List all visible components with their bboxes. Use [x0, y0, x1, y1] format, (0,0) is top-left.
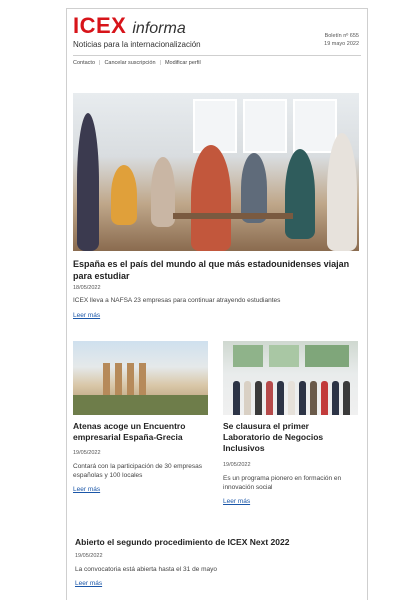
- bulletin-number: Boletín nº 655: [324, 33, 359, 39]
- read-more-link[interactable]: Leer más: [73, 312, 100, 319]
- screen-shape: [269, 345, 299, 367]
- logo-brand: ICEX: [73, 13, 127, 38]
- person-shape: [321, 381, 328, 415]
- screen-shape: [305, 345, 349, 367]
- person-shape: [310, 381, 317, 415]
- person-shape: [288, 381, 295, 415]
- header-divider: [73, 55, 361, 56]
- desk-shape: [173, 213, 293, 219]
- window-shape: [293, 99, 337, 153]
- window-shape: [243, 99, 287, 153]
- article-title[interactable]: Se clausura el primer Laboratorio de Neg…: [223, 421, 358, 454]
- ruin-column: [139, 363, 146, 397]
- ruin-column: [115, 363, 122, 397]
- student-shape: [285, 149, 315, 239]
- lab-group-photo[interactable]: [223, 341, 358, 415]
- student-shape: [327, 133, 357, 251]
- bulletin-info: Boletín nº 655 19 mayo 2022: [324, 32, 359, 48]
- hill-shape: [73, 395, 208, 415]
- link-separator: |: [99, 60, 101, 66]
- bulletin-date: 19 mayo 2022: [324, 41, 359, 47]
- newsletter-frame: ICEX informa Noticias para la internacio…: [66, 8, 368, 600]
- read-more-link[interactable]: Leer más: [73, 486, 100, 493]
- student-shape: [151, 157, 175, 227]
- article-date: 19/05/2022: [223, 462, 251, 468]
- student-shape: [111, 165, 137, 225]
- ruin-column: [127, 363, 134, 397]
- article-date: 18/05/2022: [73, 285, 101, 291]
- logo-word: informa: [132, 20, 186, 37]
- screen-shape: [233, 345, 263, 367]
- student-shape: [77, 113, 99, 251]
- person-shape: [277, 381, 284, 415]
- link-separator: |: [159, 60, 161, 66]
- article-title[interactable]: Atenas acoge un Encuentro empresarial Es…: [73, 421, 208, 443]
- modify-profile-link[interactable]: Modificar perfil: [165, 60, 201, 66]
- icex-logo[interactable]: ICEX informa: [73, 13, 186, 39]
- person-shape: [255, 381, 262, 415]
- person-shape: [266, 381, 273, 415]
- unsubscribe-link[interactable]: Cancelar suscripción: [104, 60, 155, 66]
- read-more-link[interactable]: Leer más: [223, 498, 250, 505]
- contact-link[interactable]: Contacto: [73, 60, 95, 66]
- student-shape: [191, 145, 231, 251]
- article-title[interactable]: Abierto el segundo procedimiento de ICEX…: [75, 537, 361, 548]
- classroom-photo[interactable]: [73, 93, 359, 251]
- article-date: 19/05/2022: [75, 553, 103, 559]
- article-summary: ICEX lleva a NAFSA 23 empresas para cont…: [73, 297, 281, 304]
- article-summary: La convocatoria está abierta hasta el 31…: [75, 566, 218, 573]
- person-shape: [332, 381, 339, 415]
- read-more-link[interactable]: Leer más: [75, 580, 102, 587]
- article-title[interactable]: España es el país del mundo al que más e…: [73, 258, 359, 282]
- person-shape: [299, 381, 306, 415]
- article-summary: Contará con la participación de 30 empre…: [73, 463, 202, 479]
- person-shape: [244, 381, 251, 415]
- header-links: Contacto | Cancelar suscripción | Modifi…: [73, 60, 201, 66]
- window-shape: [193, 99, 237, 153]
- athens-photo[interactable]: [73, 341, 208, 415]
- article-summary: Es un programa pionero en formación en i…: [223, 475, 342, 491]
- person-shape: [343, 381, 350, 415]
- person-shape: [233, 381, 240, 415]
- ruin-column: [103, 363, 110, 397]
- article-date: 19/05/2022: [73, 450, 101, 456]
- tagline: Noticias para la internacionalización: [73, 40, 201, 49]
